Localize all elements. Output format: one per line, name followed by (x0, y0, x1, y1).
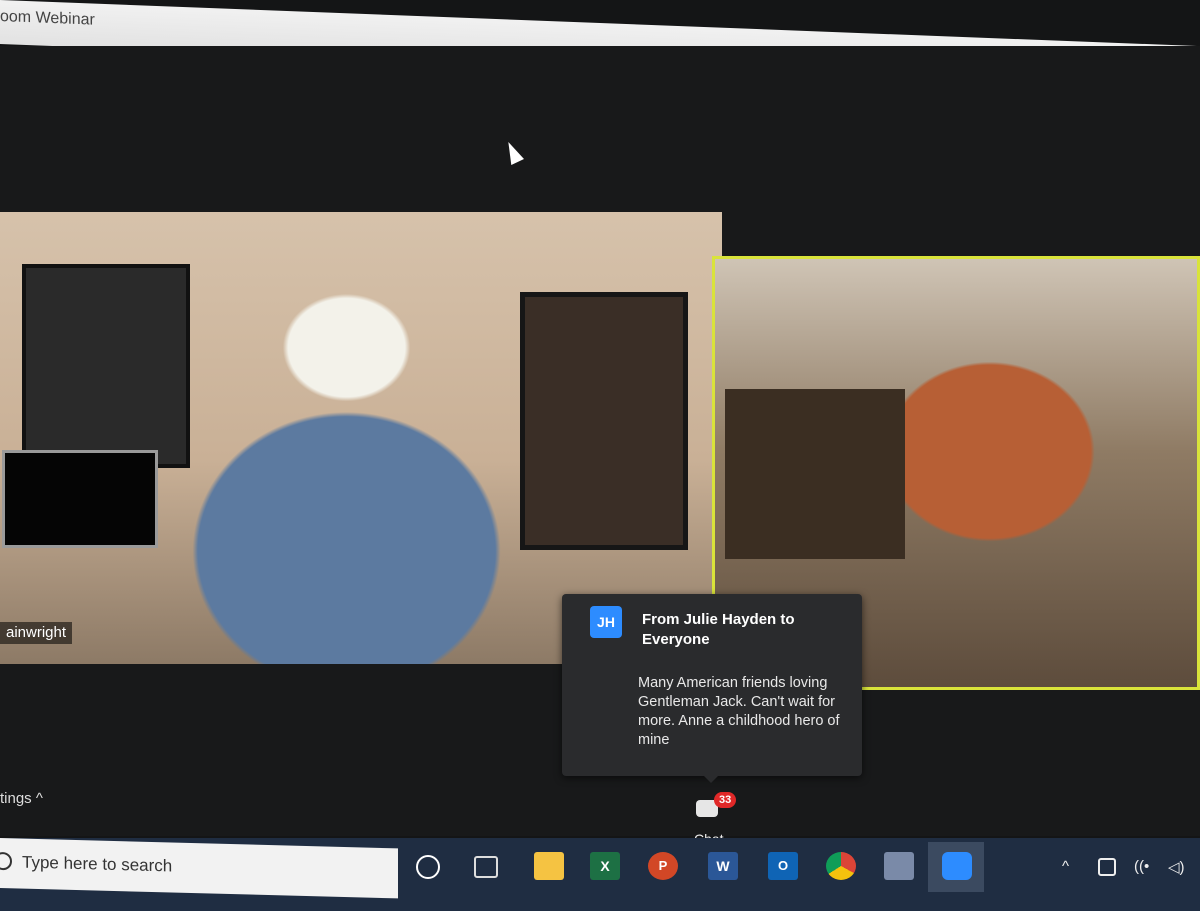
cortana-icon[interactable] (416, 855, 440, 879)
wall-poster (520, 292, 688, 550)
chevron-up-icon: ^ (35, 790, 43, 807)
wall-poster (22, 264, 190, 468)
background-monitor (2, 450, 158, 548)
chrome-icon[interactable] (826, 852, 856, 880)
excel-icon[interactable]: X (590, 852, 620, 880)
taskbar-app-strip: X P W O ^ ((• ◁) (398, 842, 1200, 892)
background-bookshelf (725, 389, 905, 559)
chat-unread-badge: 33 (714, 792, 737, 808)
volume-icon[interactable]: ◁) (1168, 858, 1185, 876)
search-icon (0, 851, 12, 871)
chat-popup-pointer (702, 774, 720, 783)
participant-name-tag: ainwright (0, 622, 73, 644)
meet-now-icon[interactable] (1098, 858, 1116, 876)
zoom-icon[interactable] (942, 852, 972, 880)
chat-message-text: Many American friends loving Gentleman J… (638, 675, 840, 748)
sender-avatar: JH (590, 606, 622, 638)
settings-label: tings (0, 790, 32, 807)
outlook-icon[interactable]: O (768, 852, 798, 880)
chevron-up-icon[interactable]: ^ (1062, 858, 1069, 875)
taskbar-search-box[interactable]: Type here to search (0, 838, 398, 899)
task-view-icon[interactable] (474, 856, 498, 878)
window-title: oom Webinar (0, 8, 95, 29)
search-placeholder: Type here to search (22, 852, 173, 876)
word-icon[interactable]: W (708, 852, 738, 880)
file-explorer-icon[interactable] (534, 852, 564, 880)
wifi-icon[interactable]: ((• (1134, 858, 1149, 875)
chat-notification-popup[interactable]: JH From Julie Hayden to Everyone Many Am… (562, 594, 862, 776)
settings-button[interactable]: tings ^ (0, 790, 43, 807)
powerpoint-icon[interactable]: P (648, 852, 678, 880)
calculator-icon[interactable] (884, 852, 914, 880)
chat-sender-line: From Julie Hayden to Everyone (642, 611, 795, 648)
